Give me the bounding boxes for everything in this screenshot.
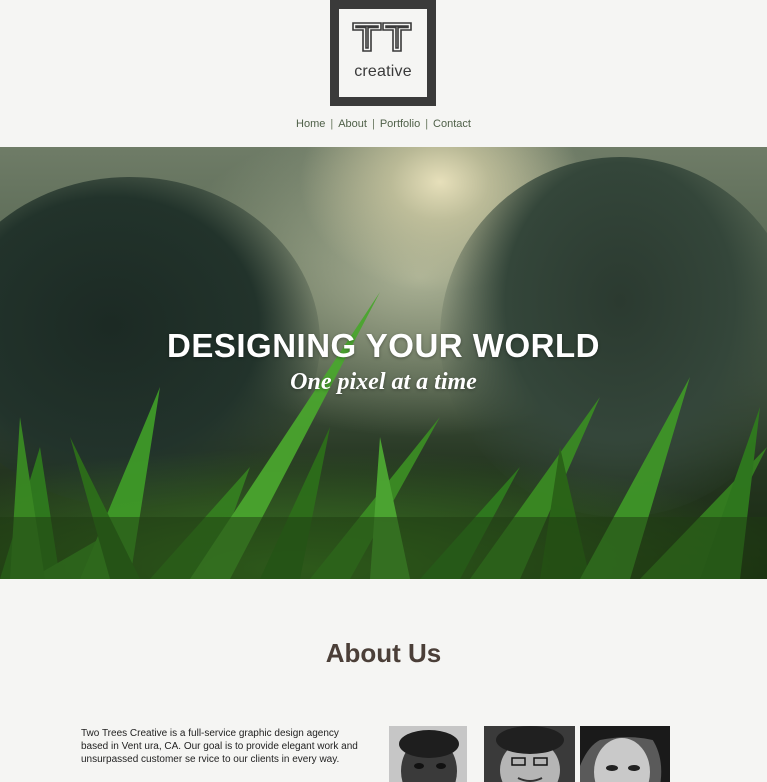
about-body-text: Two Trees Creative is a full-service gra… <box>81 728 358 765</box>
hero-subtitle: One pixel at a time <box>290 369 477 395</box>
logo-inner: creative <box>339 9 427 97</box>
logo-tt-mark <box>352 22 412 52</box>
team-photo-3-image <box>580 726 670 782</box>
nav-contact[interactable]: Contact <box>428 118 476 130</box>
page: creative Home | About | Portfolio | Contact <box>0 0 767 782</box>
team-photo-2-image <box>484 726 575 782</box>
team-photo-3 <box>580 726 670 782</box>
nav-home[interactable]: Home <box>291 118 330 130</box>
logo-word: creative <box>354 63 412 80</box>
team-photo-1-image <box>389 726 467 782</box>
main-nav: Home | About | Portfolio | Contact <box>0 118 767 130</box>
hero-banner: DESIGNING YOUR WORLD One pixel at a time <box>0 147 767 579</box>
about-heading: About Us <box>325 638 442 668</box>
nav-about[interactable]: About <box>333 118 372 130</box>
hero-title: DESIGNING YOUR WORLD <box>167 327 600 364</box>
team-photo-2 <box>484 726 575 782</box>
nav-portfolio[interactable]: Portfolio <box>375 118 425 130</box>
team-photo-1 <box>389 726 467 782</box>
logo[interactable]: creative <box>330 0 436 106</box>
